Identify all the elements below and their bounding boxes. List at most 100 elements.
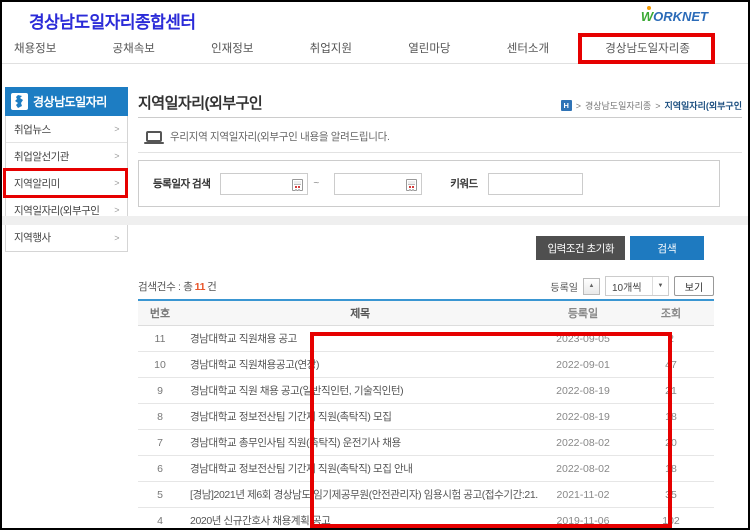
sidebar: 경상남도일자리 취업뉴스 > 취업알선기관 > 지역알리미 > 지역일자리(외부…	[5, 87, 128, 252]
table-row[interactable]: 4 2020년 신규간호사 채용계획 공고 2019-11-06 102	[138, 508, 714, 530]
nav-item-open-forum[interactable]: 열린마당	[408, 40, 450, 56]
row-views: 47	[628, 359, 714, 371]
list-controls: 등록일 ▲ 10개씩 ▼ 보기	[550, 276, 714, 296]
nav-item-open-recruit-news[interactable]: 공채속보	[113, 40, 155, 56]
korea-map-icon	[11, 93, 28, 110]
home-icon[interactable]: H	[561, 100, 572, 111]
col-header-title: 제목	[182, 305, 538, 321]
row-title-link[interactable]: [경남]2021년 제6회 경상남도 임기제공무원(안전관리자) 임용시험 공고…	[182, 487, 538, 502]
breadcrumb-current: 지역일자리(외부구인	[664, 99, 742, 112]
nav-item-talent-info[interactable]: 인재정보	[211, 40, 253, 56]
nav-item-gyeongnam-jobs[interactable]: 경상남도일자리종	[605, 40, 690, 56]
col-header-no: 번호	[138, 305, 182, 321]
row-no: 8	[138, 411, 182, 423]
sort-ascending-button[interactable]: ▲	[583, 278, 600, 295]
table-row[interactable]: 11 경남대학교 직원채용 공고 2023-09-05 2	[138, 326, 714, 352]
worknet-logo[interactable]: WORKNET	[641, 9, 708, 24]
sidebar-item-job-news[interactable]: 취업뉴스 >	[6, 116, 127, 143]
col-header-date: 등록일	[538, 305, 628, 321]
table-row[interactable]: 9 경남대학교 직원 채용 공고(일반직인턴, 기술직인턴) 2022-08-1…	[138, 378, 714, 404]
row-no: 11	[138, 333, 182, 345]
row-date: 2022-08-02	[538, 437, 628, 449]
row-title-link[interactable]: 경남대학교 정보전산팀 기간제 직원(촉탁직) 모집	[182, 409, 538, 424]
results-bar: 검색건수 : 총11건 등록일 ▲ 10개씩 ▼ 보기	[138, 276, 714, 296]
row-no: 10	[138, 359, 182, 371]
form-buttons: 입력조건 초기화 검색	[536, 236, 704, 260]
table-row[interactable]: 7 경남대학교 총무인사팀 직원(촉탁직) 운전기사 채용 2022-08-02…	[138, 430, 714, 456]
search-form: 등록일자 검색 ~ 키워드	[138, 160, 720, 207]
row-views: 21	[628, 385, 714, 397]
row-no: 9	[138, 385, 182, 397]
nav-item-center-intro[interactable]: 센터소개	[507, 40, 549, 56]
table-row[interactable]: 5 [경남]2021년 제6회 경상남도 임기제공무원(안전관리자) 임용시험 …	[138, 482, 714, 508]
view-button[interactable]: 보기	[674, 276, 714, 296]
row-title-link[interactable]: 2020년 신규간호사 채용계획 공고	[182, 513, 538, 528]
row-date: 2019-11-06	[538, 515, 628, 527]
row-views: 2	[628, 333, 714, 345]
table-header-row: 번호 제목 등록일 조회	[138, 301, 714, 326]
calendar-icon[interactable]	[292, 179, 303, 191]
date-from-input[interactable]	[221, 174, 291, 194]
sidebar-header: 경상남도일자리	[5, 87, 128, 116]
sidebar-item-region-events[interactable]: 지역행사 >	[6, 224, 127, 251]
row-views: 102	[628, 515, 714, 527]
table-row[interactable]: 6 경남대학교 정보전산팀 기간제 직원(촉탁직) 모집 안내 2022-08-…	[138, 456, 714, 482]
divider-band	[2, 216, 750, 225]
row-no: 6	[138, 463, 182, 475]
result-count-number: 11	[193, 281, 208, 293]
date-search-label: 등록일자 검색	[153, 176, 210, 191]
chevron-down-icon: ▼	[652, 277, 668, 295]
row-views: 20	[628, 437, 714, 449]
board-table: 번호 제목 등록일 조회 11 경남대학교 직원채용 공고 2023-09-05…	[138, 299, 714, 530]
nav-item-recruit-info[interactable]: 채용정보	[14, 40, 56, 56]
board-description: 우리지역 지역일자리(외부구인 내용을 알려드립니다.	[146, 129, 390, 144]
result-count: 검색건수 : 총11건	[138, 279, 217, 294]
date-from-field	[220, 173, 308, 195]
search-button[interactable]: 검색	[630, 236, 704, 260]
sidebar-item-label: 취업알선기관	[14, 149, 69, 164]
top-nav: 채용정보 공채속보 인재정보 취업지원 열린마당 센터소개 경상남도일자리종	[2, 32, 748, 64]
table-row[interactable]: 10 경남대학교 직원채용공고(연장) 2022-09-01 47	[138, 352, 714, 378]
row-no: 7	[138, 437, 182, 449]
nav-item-employment-support[interactable]: 취업지원	[310, 40, 352, 56]
row-title-link[interactable]: 경남대학교 직원 채용 공고(일반직인턴, 기술직인턴)	[182, 383, 538, 398]
row-date: 2022-09-01	[538, 359, 628, 371]
row-title-link[interactable]: 경남대학교 직원채용공고(연장)	[182, 357, 538, 372]
chevron-right-icon: >	[114, 151, 119, 161]
date-to-field	[334, 173, 422, 195]
row-title-link[interactable]: 경남대학교 직원채용 공고	[182, 331, 538, 346]
row-views: 18	[628, 411, 714, 423]
sort-field-label: 등록일	[550, 279, 578, 294]
site-title[interactable]: 경상남도일자리종합센터	[29, 8, 196, 33]
breadcrumb: H > 경상남도일자리종 > 지역일자리(외부구인	[561, 99, 742, 112]
keyword-input[interactable]	[488, 173, 583, 195]
calendar-icon[interactable]	[406, 179, 417, 191]
chevron-right-icon: >	[114, 124, 119, 134]
row-title-link[interactable]: 경남대학교 정보전산팀 기간제 직원(촉탁직) 모집 안내	[182, 461, 538, 476]
date-to-input[interactable]	[335, 174, 405, 194]
per-page-select[interactable]: 10개씩 ▼	[605, 276, 669, 296]
divider	[138, 117, 742, 118]
sidebar-title: 경상남도일자리	[33, 93, 107, 110]
row-date: 2022-08-02	[538, 463, 628, 475]
row-no: 5	[138, 489, 182, 501]
chevron-right-icon: >	[114, 205, 119, 215]
date-range-tilde: ~	[313, 178, 319, 189]
result-count-suffix: 건	[207, 281, 216, 293]
row-no: 4	[138, 515, 182, 527]
row-views: 35	[628, 489, 714, 501]
col-header-views: 조회	[628, 305, 714, 321]
row-date: 2022-08-19	[538, 385, 628, 397]
reset-conditions-button[interactable]: 입력조건 초기화	[536, 236, 625, 260]
sidebar-item-job-agency[interactable]: 취업알선기관 >	[6, 143, 127, 170]
per-page-value: 10개씩	[606, 279, 642, 294]
row-date: 2022-08-19	[538, 411, 628, 423]
breadcrumb-item[interactable]: 경상남도일자리종	[585, 99, 651, 112]
page-title: 지역일자리(외부구인	[138, 92, 262, 113]
site-header: 경상남도일자리종합센터 WORKNET	[2, 2, 748, 32]
breadcrumb-separator: >	[576, 101, 581, 111]
row-date: 2023-09-05	[538, 333, 628, 345]
row-title-link[interactable]: 경남대학교 총무인사팀 직원(촉탁직) 운전기사 채용	[182, 435, 538, 450]
table-row[interactable]: 8 경남대학교 정보전산팀 기간제 직원(촉탁직) 모집 2022-08-19 …	[138, 404, 714, 430]
sidebar-item-region-notice[interactable]: 지역알리미 >	[6, 170, 127, 197]
